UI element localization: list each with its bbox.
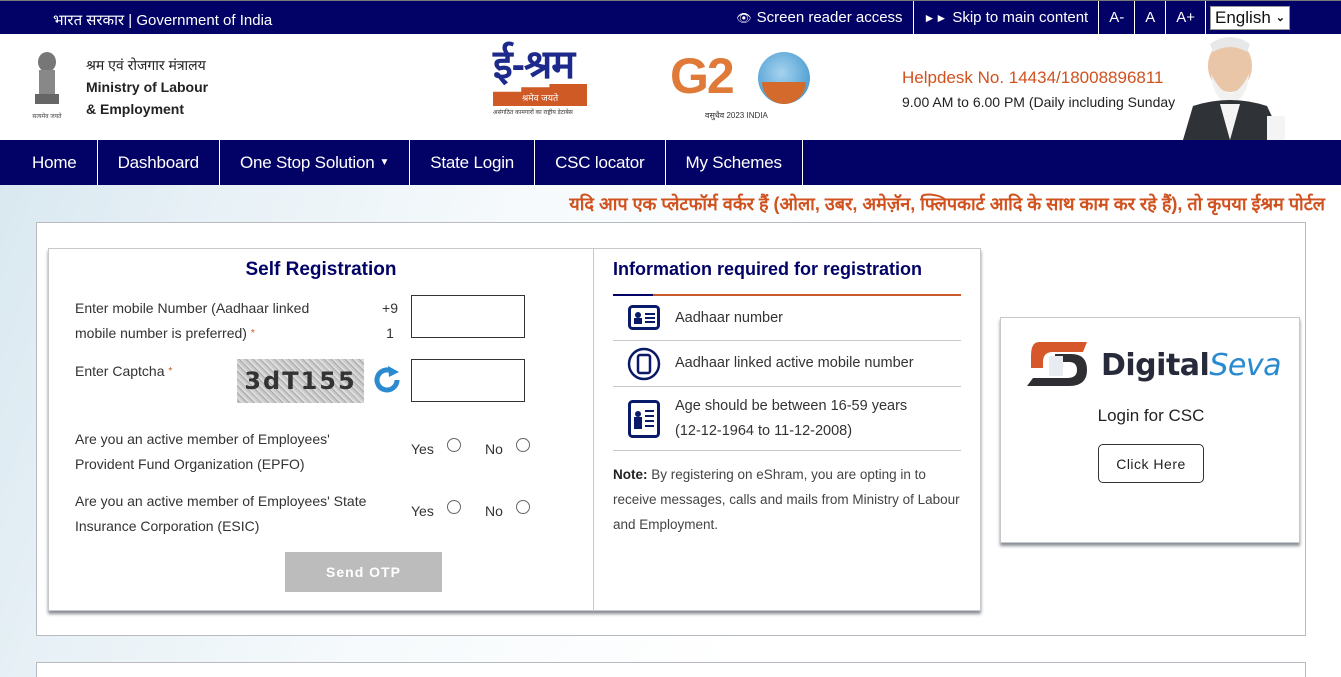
info-item-text: Age should be between 16-59 years (12-12… bbox=[675, 394, 907, 444]
g20-subtitle: वसुधैव 2023 INDIA bbox=[705, 111, 768, 120]
captcha-label: Enter Captcha * bbox=[75, 359, 172, 384]
csc-login-label: Login for CSC bbox=[1097, 406, 1205, 425]
mobile-number-input[interactable] bbox=[411, 295, 525, 338]
csc-click-here-button[interactable]: Click Here bbox=[1098, 444, 1204, 483]
note-label: Note: bbox=[613, 467, 648, 482]
info-required-title: Information required for registration bbox=[613, 259, 923, 279]
send-otp-button[interactable]: Send OTP bbox=[285, 552, 442, 592]
country-code-line2: 1 bbox=[386, 325, 394, 341]
info-item-text: Aadhaar number bbox=[675, 309, 784, 326]
info-item-text: Aadhaar linked active mobile number bbox=[675, 355, 914, 371]
mobile-label-line1: Enter mobile Number (Aadhaar linked bbox=[75, 300, 310, 316]
epfo-no-radio[interactable] bbox=[516, 438, 530, 452]
info-item-text-line2: (12-12-1964 to 11-12-2008) bbox=[675, 422, 853, 439]
eshram-logo-text: ई-श्रम bbox=[493, 43, 575, 87]
ministry-name-hindi: श्रम एवं रोजगार मंत्रालय bbox=[86, 57, 206, 73]
mobile-phone-icon bbox=[627, 347, 661, 380]
captcha-label-text: Enter Captcha bbox=[75, 363, 165, 379]
language-selected-value: English bbox=[1215, 7, 1271, 27]
screen-reader-label: Screen reader access bbox=[756, 9, 903, 26]
self-registration-title: Self Registration bbox=[245, 259, 397, 280]
emblem-motto: सत्यमेव जयते bbox=[32, 112, 62, 120]
caret-down-icon: ▼ bbox=[379, 157, 390, 168]
lower-content-panel bbox=[36, 662, 1306, 677]
eshram-logo-subtitle: असंगठित कामगारों का राष्ट्रीय डेटाबेस bbox=[493, 110, 573, 116]
language-select[interactable]: English ⌄ bbox=[1210, 5, 1290, 30]
platform-worker-marquee[interactable]: यदि आप एक प्लेटफॉर्म वर्कर हैं (ओला, उबर… bbox=[569, 192, 1325, 216]
helpdesk-info: Helpdesk No. 14434/18008896811 9.00 AM t… bbox=[902, 68, 1180, 110]
nav-one-stop-solution[interactable]: One Stop Solution ▼ bbox=[220, 140, 411, 185]
nav-my-schemes[interactable]: My Schemes bbox=[666, 140, 803, 185]
epfo-question: Are you an active member of Employees' P… bbox=[75, 427, 330, 477]
ministry-name: श्रम एवं रोजगार मंत्रालय Ministry of Lab… bbox=[86, 54, 208, 120]
eshram-logo[interactable]: ई-श्रम श्रमेव जयते असंगठित कामगारों का र… bbox=[493, 43, 593, 126]
nav-csc-locator[interactable]: CSC locator bbox=[535, 140, 666, 185]
info-item-text-line1: Age should be between 16-59 years bbox=[675, 397, 908, 414]
info-item: Aadhaar linked active mobile number bbox=[613, 341, 961, 387]
info-item: Age should be between 16-59 years (12-12… bbox=[613, 387, 961, 451]
esic-question: Are you an active member of Employees' S… bbox=[75, 489, 366, 539]
font-decrease-button[interactable]: A- bbox=[1099, 1, 1136, 34]
esic-no-label: No bbox=[485, 503, 503, 519]
g20-logo: G2 वसुधैव 2023 INDIA bbox=[670, 48, 815, 123]
card-divider bbox=[593, 249, 594, 610]
esic-yes-radio[interactable] bbox=[447, 500, 461, 514]
nav-state-login[interactable]: State Login bbox=[410, 140, 536, 185]
info-item: Aadhaar number bbox=[613, 296, 961, 341]
ministry-name-line2: & Employment bbox=[86, 101, 185, 117]
country-code: +9 1 bbox=[381, 296, 399, 346]
main-navigation: Home Dashboard One Stop Solution ▼ State… bbox=[0, 140, 1341, 185]
nav-home[interactable]: Home bbox=[0, 140, 98, 185]
epfo-no-label: No bbox=[485, 441, 503, 457]
brand-accent: Seva bbox=[1209, 348, 1281, 383]
captcha-image: 3dT155 bbox=[237, 359, 364, 403]
top-utility-bar: भारत सरकार | Government of India 👁︎ Scre… bbox=[0, 0, 1341, 34]
skip-main-label: Skip to main content bbox=[952, 9, 1089, 26]
accessibility-controls: 👁︎ Screen reader access ►► Skip to main … bbox=[726, 1, 1341, 34]
age-card-icon bbox=[628, 399, 660, 438]
prime-minister-portrait bbox=[1175, 34, 1290, 140]
epfo-question-line1: Are you an active member of Employees' bbox=[75, 431, 330, 447]
registration-note: Note: By registering on eShram, you are … bbox=[613, 462, 963, 537]
epfo-question-line2: Provident Fund Organization (EPFO) bbox=[75, 456, 305, 472]
esic-yes-label: Yes bbox=[411, 503, 434, 519]
required-asterisk: * bbox=[250, 328, 255, 339]
site-header: सत्यमेव जयते श्रम एवं रोजगार मंत्रालय Mi… bbox=[0, 34, 1341, 140]
government-of-india-label: भारत सरकार | Government of India bbox=[53, 12, 273, 29]
csc-login-card: DigitalSeva Login for CSC Click Here bbox=[1000, 317, 1300, 543]
helpdesk-number: Helpdesk No. 14434/18008896811 bbox=[902, 68, 1164, 87]
national-emblem-icon: सत्यमेव जयते bbox=[32, 52, 62, 120]
esic-question-line2: Insurance Corporation (ESIC) bbox=[75, 518, 260, 534]
fast-forward-icon: ►► bbox=[923, 10, 948, 25]
font-increase-button[interactable]: A+ bbox=[1166, 1, 1207, 34]
font-normal-button[interactable]: A bbox=[1135, 1, 1167, 34]
mobile-label-line2: mobile number is preferred) bbox=[75, 325, 247, 341]
digital-seva-brand: DigitalSeva bbox=[1101, 348, 1281, 383]
skip-to-main-content-link[interactable]: ►► Skip to main content bbox=[914, 1, 1100, 34]
country-code-line1: +9 bbox=[382, 300, 398, 316]
eye-slash-icon: 👁︎ bbox=[736, 10, 752, 25]
epfo-yes-label: Yes bbox=[411, 441, 434, 457]
mobile-number-label: Enter mobile Number (Aadhaar linked mobi… bbox=[75, 296, 309, 346]
id-card-icon bbox=[628, 305, 660, 330]
note-text: By registering on eShram, you are opting… bbox=[613, 467, 960, 532]
esic-no-radio[interactable] bbox=[516, 500, 530, 514]
screen-reader-access-link[interactable]: 👁︎ Screen reader access bbox=[726, 1, 914, 34]
captcha-input[interactable] bbox=[411, 359, 525, 402]
ministry-name-line1: Ministry of Labour bbox=[86, 79, 209, 95]
refresh-captcha-icon[interactable] bbox=[371, 364, 403, 396]
nav-one-stop-solution-label: One Stop Solution bbox=[239, 152, 375, 172]
esic-question-line1: Are you an active member of Employees' S… bbox=[75, 493, 367, 509]
helpdesk-hours: 9.00 AM to 6.00 PM (Daily including Sund… bbox=[902, 94, 1180, 110]
chevron-down-icon: ⌄ bbox=[1275, 12, 1285, 24]
required-asterisk: * bbox=[168, 366, 173, 377]
nav-dashboard[interactable]: Dashboard bbox=[98, 140, 220, 185]
digital-seva-logo-icon bbox=[1027, 342, 1087, 386]
eshram-logo-tagline: श्रमेव जयते bbox=[493, 84, 587, 106]
brand-main: Digital bbox=[1101, 348, 1210, 383]
epfo-yes-radio[interactable] bbox=[447, 438, 461, 452]
registration-card: Self Registration Enter mobile Number (A… bbox=[48, 248, 981, 611]
